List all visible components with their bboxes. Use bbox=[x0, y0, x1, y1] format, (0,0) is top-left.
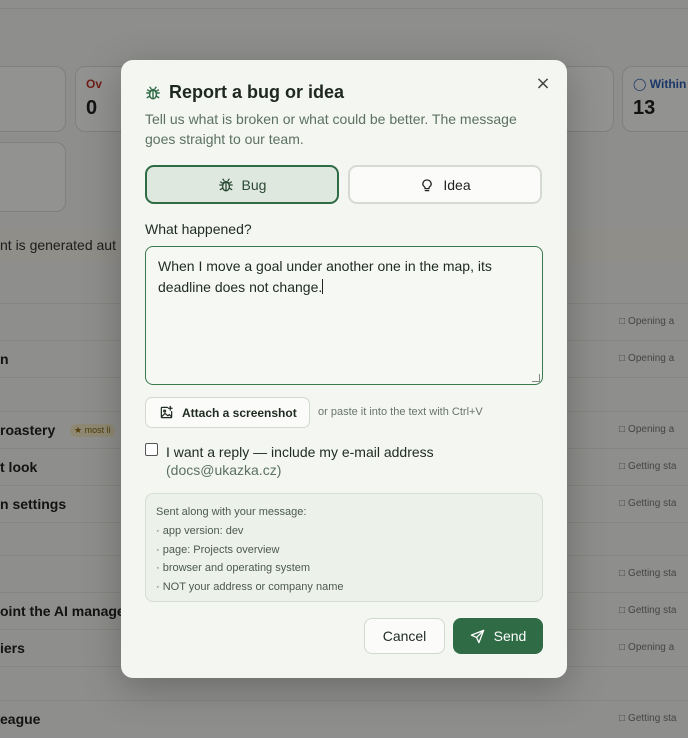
send-button[interactable]: Send bbox=[453, 618, 543, 654]
dialog-subtitle: Tell us what is broken or what could be … bbox=[145, 111, 517, 147]
report-dialog: × Report a bug or idea Tell us what is b… bbox=[121, 60, 567, 678]
sent-info-item: · NOT your address or company name bbox=[156, 580, 344, 593]
attach-hint: or paste it into the text with Ctrl+V bbox=[318, 406, 483, 418]
sent-info-title: Sent along with your message: bbox=[156, 506, 307, 518]
resize-handle[interactable] bbox=[532, 374, 540, 382]
attach-screenshot-label: Attach a screenshot bbox=[182, 405, 297, 420]
bug-icon bbox=[146, 86, 160, 100]
reply-checkbox[interactable] bbox=[145, 443, 158, 456]
sent-info-item: · browser and operating system bbox=[156, 562, 311, 574]
reply-label[interactable]: I want a reply — include my e-mail addre… bbox=[166, 442, 434, 462]
reply-email: (docs@ukazka.cz) bbox=[166, 462, 282, 478]
send-label: Send bbox=[493, 628, 527, 644]
bug-icon bbox=[218, 178, 233, 191]
message-text: When I move a goal under another one in … bbox=[158, 258, 492, 295]
type-idea-label: Idea bbox=[443, 176, 471, 193]
close-button[interactable]: × bbox=[533, 74, 553, 94]
type-bug-label: Bug bbox=[241, 176, 267, 193]
dialog-header: Report a bug or idea bbox=[145, 82, 344, 103]
send-icon bbox=[470, 629, 484, 643]
text-caret bbox=[322, 279, 324, 294]
image-plus-icon bbox=[160, 405, 173, 419]
type-bug-button[interactable]: Bug bbox=[145, 165, 339, 204]
dialog-title: Report a bug or idea bbox=[169, 82, 345, 102]
sent-info-box: Sent along with your message: · app vers… bbox=[145, 493, 543, 602]
lightbulb-icon bbox=[422, 178, 433, 191]
message-label: What happened? bbox=[145, 221, 252, 237]
type-idea-button[interactable]: Idea bbox=[348, 165, 542, 204]
sent-info-item: · app version: dev bbox=[156, 525, 244, 537]
sent-info-item: · page: Projects overview bbox=[156, 543, 280, 556]
cancel-button[interactable]: Cancel bbox=[364, 618, 445, 654]
message-textarea[interactable]: When I move a goal under another one in … bbox=[145, 246, 543, 385]
attach-screenshot-button[interactable]: Attach a screenshot bbox=[145, 397, 310, 428]
